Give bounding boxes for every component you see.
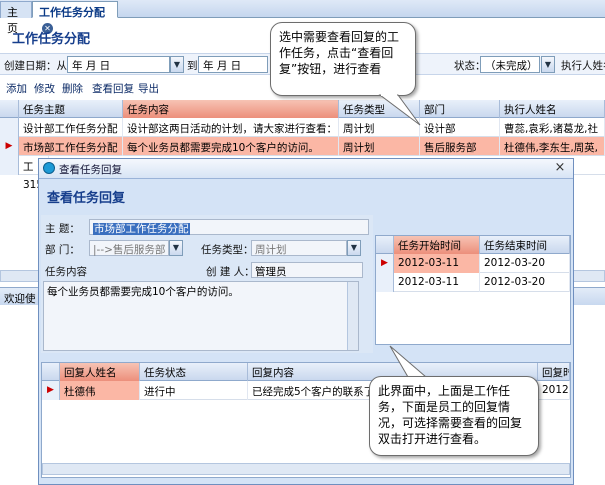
delete-button[interactable]: 删除 [62, 81, 83, 96]
subject-value: 市场部工作任务分配 [93, 223, 190, 235]
header-indicator [42, 363, 60, 381]
welcome-tab[interactable]: 欢迎使 [4, 291, 36, 306]
dialog-heading: 查看任务回复 [47, 191, 126, 206]
cell-executor: 杜德伟,李东生,周英, [500, 137, 605, 156]
subject-label: 主 题： [45, 223, 80, 235]
tab-task-assignment-label: 工作任务分配 [39, 6, 105, 19]
cell-task-status: 进行中 [140, 381, 248, 400]
created-date-label: 创建日期：从 [4, 60, 67, 72]
header-content[interactable]: 任务内容 [123, 100, 339, 118]
row-indicator-arrow: ▶ [42, 381, 60, 400]
task-type-dropdown[interactable]: ▼ [347, 240, 361, 256]
dialog-titlebar: 查看任务回复 × [39, 159, 573, 179]
cell-content: 每个业务员都需要完成10个客户的访问。 [123, 137, 339, 156]
executor-label: 执行人姓名 [561, 60, 605, 72]
creator-field[interactable]: 管理员 [251, 262, 363, 278]
callout-bottom-tail [389, 345, 428, 378]
header-indicator [376, 236, 394, 254]
tab-task-assignment[interactable]: 工作任务分配✕ [32, 1, 118, 34]
header-task-status[interactable]: 任务状态 [140, 363, 248, 381]
to-label: 到 [187, 60, 198, 72]
cell-start-time: 2012-03-11 [394, 254, 480, 273]
header-indicator [0, 100, 19, 118]
from-date-dropdown[interactable]: ▼ [170, 56, 184, 73]
header-replier[interactable]: 回复人姓名 [60, 363, 140, 381]
content-textarea[interactable]: 每个业务员都需要完成10个客户的访问。 [43, 281, 359, 351]
app-icon [43, 162, 55, 174]
cell-subject: 设计部工作任务分配 [19, 118, 123, 137]
dialog-window-title: 查看任务回复 [59, 164, 122, 176]
grid-header: 任务主题 任务内容 任务类型 部门 执行人姓名 [0, 100, 605, 118]
task-type-select[interactable]: 周计划 [251, 240, 347, 256]
cell-dept: 售后服务部 [420, 137, 500, 156]
dept-label: 部 门： [45, 244, 80, 256]
cell-reply-time: 2012-05- [538, 381, 570, 400]
status-dropdown[interactable]: ▼ [541, 56, 555, 73]
close-icon[interactable]: × [553, 161, 567, 175]
table-row[interactable]: 设计部工作任务分配 设计部这两日活动的计划，请大家进行查看： 周计划 设计部 曹… [0, 118, 605, 137]
callout-top: 选中需要查看回复的工作任务，点击“查看回复”按钮，进行查看 [270, 22, 416, 96]
task-form: 主 题： 市场部工作任务分配 部 门： |-->售后服务部 ▼ 任务类型： 周计… [41, 215, 373, 353]
creator-label: 创 建 人： [206, 266, 255, 278]
content-label: 任务内容 [45, 266, 87, 278]
add-button[interactable]: 添加 [6, 81, 27, 96]
header-reply-time[interactable]: 回复时间 [538, 363, 570, 381]
header-executor[interactable]: 执行人姓名 [500, 100, 605, 118]
header-dept[interactable]: 部门 [420, 100, 500, 118]
page-title: 工作任务分配 [12, 32, 91, 47]
callout-top-tail [378, 94, 421, 126]
cell-replier: 杜德伟 [60, 381, 140, 400]
time-grid-header: 任务开始时间 任务结束时间 [376, 236, 570, 254]
cell-subject: 市场部工作任务分配 [19, 137, 123, 156]
cell-dept: 设计部 [420, 118, 500, 137]
header-start-time[interactable]: 任务开始时间 [394, 236, 480, 254]
cell-end-time: 2012-03-20 [480, 254, 570, 273]
dept-dropdown[interactable]: ▼ [169, 240, 183, 256]
dept-select[interactable]: |-->售后服务部 [89, 240, 169, 256]
to-date-input[interactable]: 年 月 日 [198, 56, 268, 73]
cell-end-time: 2012-03-20 [480, 273, 570, 292]
callout-bottom: 此界面中，上面是工作任务，下面是员工的回复情况，可选择需要查看的回复双击打开进行… [369, 376, 539, 456]
cell-content: 设计部这两日活动的计划，请大家进行查看： [123, 118, 339, 137]
export-button[interactable]: 导出 [138, 81, 159, 96]
subject-field[interactable]: 市场部工作任务分配 [89, 219, 369, 235]
task-type-label: 任务类型： [201, 244, 254, 256]
from-date-input[interactable]: 年 月 日 [67, 56, 170, 73]
reply-grid-scrollbar[interactable] [42, 463, 570, 475]
cell-type: 周计划 [339, 137, 420, 156]
row-indicator [376, 273, 394, 292]
view-reply-button[interactable]: 查看回复 [92, 81, 134, 96]
header-subject[interactable]: 任务主题 [19, 100, 123, 118]
time-grid: 任务开始时间 任务结束时间 ▶ 2012-03-11 2012-03-20 20… [375, 235, 571, 345]
table-row-selected[interactable]: ▶ 市场部工作任务分配 每个业务员都需要完成10个客户的访问。 周计划 售后服务… [0, 137, 605, 156]
edit-button[interactable]: 修改 [34, 81, 55, 96]
tab-home[interactable]: 主页 [0, 1, 32, 35]
row-indicator-arrow: ▶ [0, 137, 19, 156]
status-select[interactable]: （未完成） [480, 56, 540, 73]
table-row[interactable]: ▶ 2012-03-11 2012-03-20 [376, 254, 570, 273]
row-indicator [0, 156, 19, 175]
header-end-time[interactable]: 任务结束时间 [480, 236, 570, 254]
tab-bar: 主页 工作任务分配✕ [0, 0, 605, 35]
row-indicator [0, 118, 19, 137]
cell-executor: 曹蕊,袁彩,诸葛龙,社 [500, 118, 605, 137]
content-scrollbar[interactable] [347, 282, 358, 350]
cell-start-time: 2012-03-11 [394, 273, 480, 292]
table-row[interactable]: 2012-03-11 2012-03-20 [376, 273, 570, 292]
row-indicator-arrow: ▶ [376, 254, 394, 273]
